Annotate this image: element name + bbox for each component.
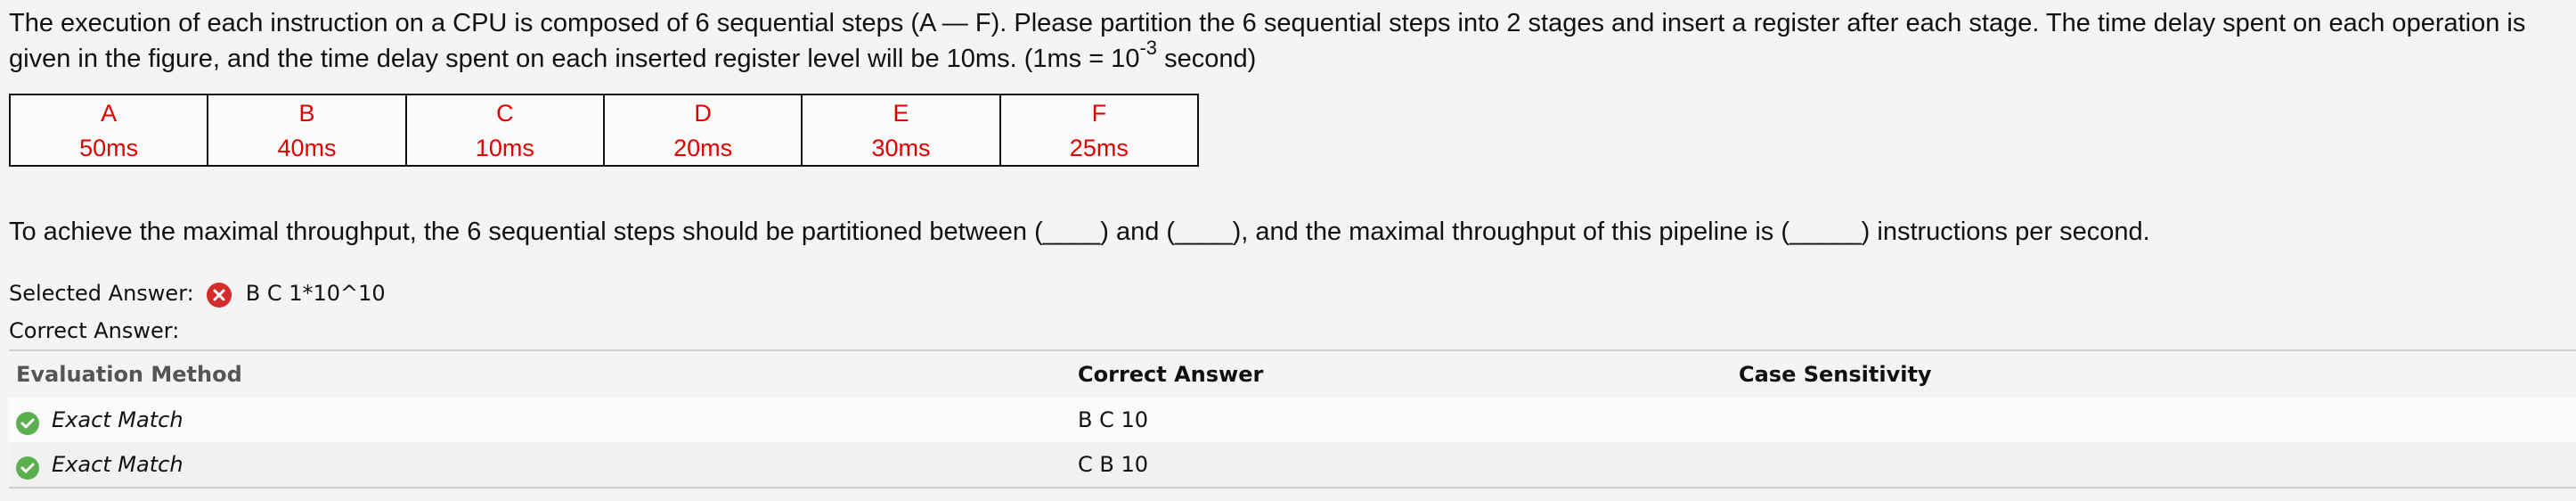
question-text: The execution of each instruction on a C… xyxy=(9,5,2567,77)
step-letter: B xyxy=(298,99,315,127)
question-text-main: The execution of each instruction on a C… xyxy=(9,9,2526,73)
selected-answer-row: Selected Answer: B C 1*10^10 xyxy=(9,275,2576,312)
header-correct-answer: Correct Answer xyxy=(1078,349,1739,398)
case-sensitivity-value xyxy=(1739,398,2576,442)
incorrect-icon xyxy=(206,283,232,308)
step-letter: C xyxy=(496,99,514,127)
table-row: Exact Match C B 10 xyxy=(9,442,2576,489)
header-evaluation-method: Evaluation Method xyxy=(9,349,1078,398)
step-cell-a: A 50ms xyxy=(8,94,209,167)
step-letter: E xyxy=(893,99,909,127)
correct-answer-value: C B 10 xyxy=(1078,442,1739,489)
check-icon xyxy=(16,412,39,435)
correct-answer-row: Correct Answer: xyxy=(9,312,2576,349)
question-exponent: -3 xyxy=(1139,37,1158,60)
evaluation-table-header: Evaluation Method Correct Answer Case Se… xyxy=(9,349,2576,398)
step-delay: 40ms xyxy=(277,134,337,161)
step-delay: 25ms xyxy=(1069,134,1129,161)
step-delay: 10ms xyxy=(475,134,534,161)
step-delay: 20ms xyxy=(673,134,733,161)
question-text-end: second) xyxy=(1157,45,1257,73)
step-cell-e: E 30ms xyxy=(801,94,1001,167)
selected-answer-label: Selected Answer: xyxy=(9,281,194,306)
table-row: Exact Match B C 10 xyxy=(9,398,2576,442)
step-cell-d: D 20ms xyxy=(602,94,803,167)
correct-answer-label: Correct Answer: xyxy=(9,318,180,343)
question-prompt: To achieve the maximal throughput, the 6… xyxy=(9,218,2150,246)
evaluation-method: Exact Match xyxy=(52,452,183,477)
step-delay-table: A 50ms B 40ms C 10ms D 20ms E 30ms F 25ms xyxy=(8,94,1200,167)
header-case-sensitivity: Case Sensitivity xyxy=(1739,349,2576,398)
evaluation-method: Exact Match xyxy=(52,407,183,432)
correct-answer-value: B C 10 xyxy=(1078,398,1739,442)
step-letter: A xyxy=(101,99,118,127)
step-cell-b: B 40ms xyxy=(207,94,407,167)
case-sensitivity-value xyxy=(1739,442,2576,489)
step-cell-f: F 25ms xyxy=(999,94,1200,167)
selected-answer-value: B C 1*10^10 xyxy=(245,281,386,306)
evaluation-table: Evaluation Method Correct Answer Case Se… xyxy=(9,349,2576,489)
step-cell-c: C 10ms xyxy=(404,94,605,167)
step-letter: F xyxy=(1091,99,1107,127)
step-delay: 50ms xyxy=(79,134,139,161)
step-letter: D xyxy=(694,99,712,127)
step-delay: 30ms xyxy=(871,134,931,161)
answers-block: Selected Answer: B C 1*10^10 Correct Ans… xyxy=(9,275,2576,349)
check-icon xyxy=(16,456,39,480)
